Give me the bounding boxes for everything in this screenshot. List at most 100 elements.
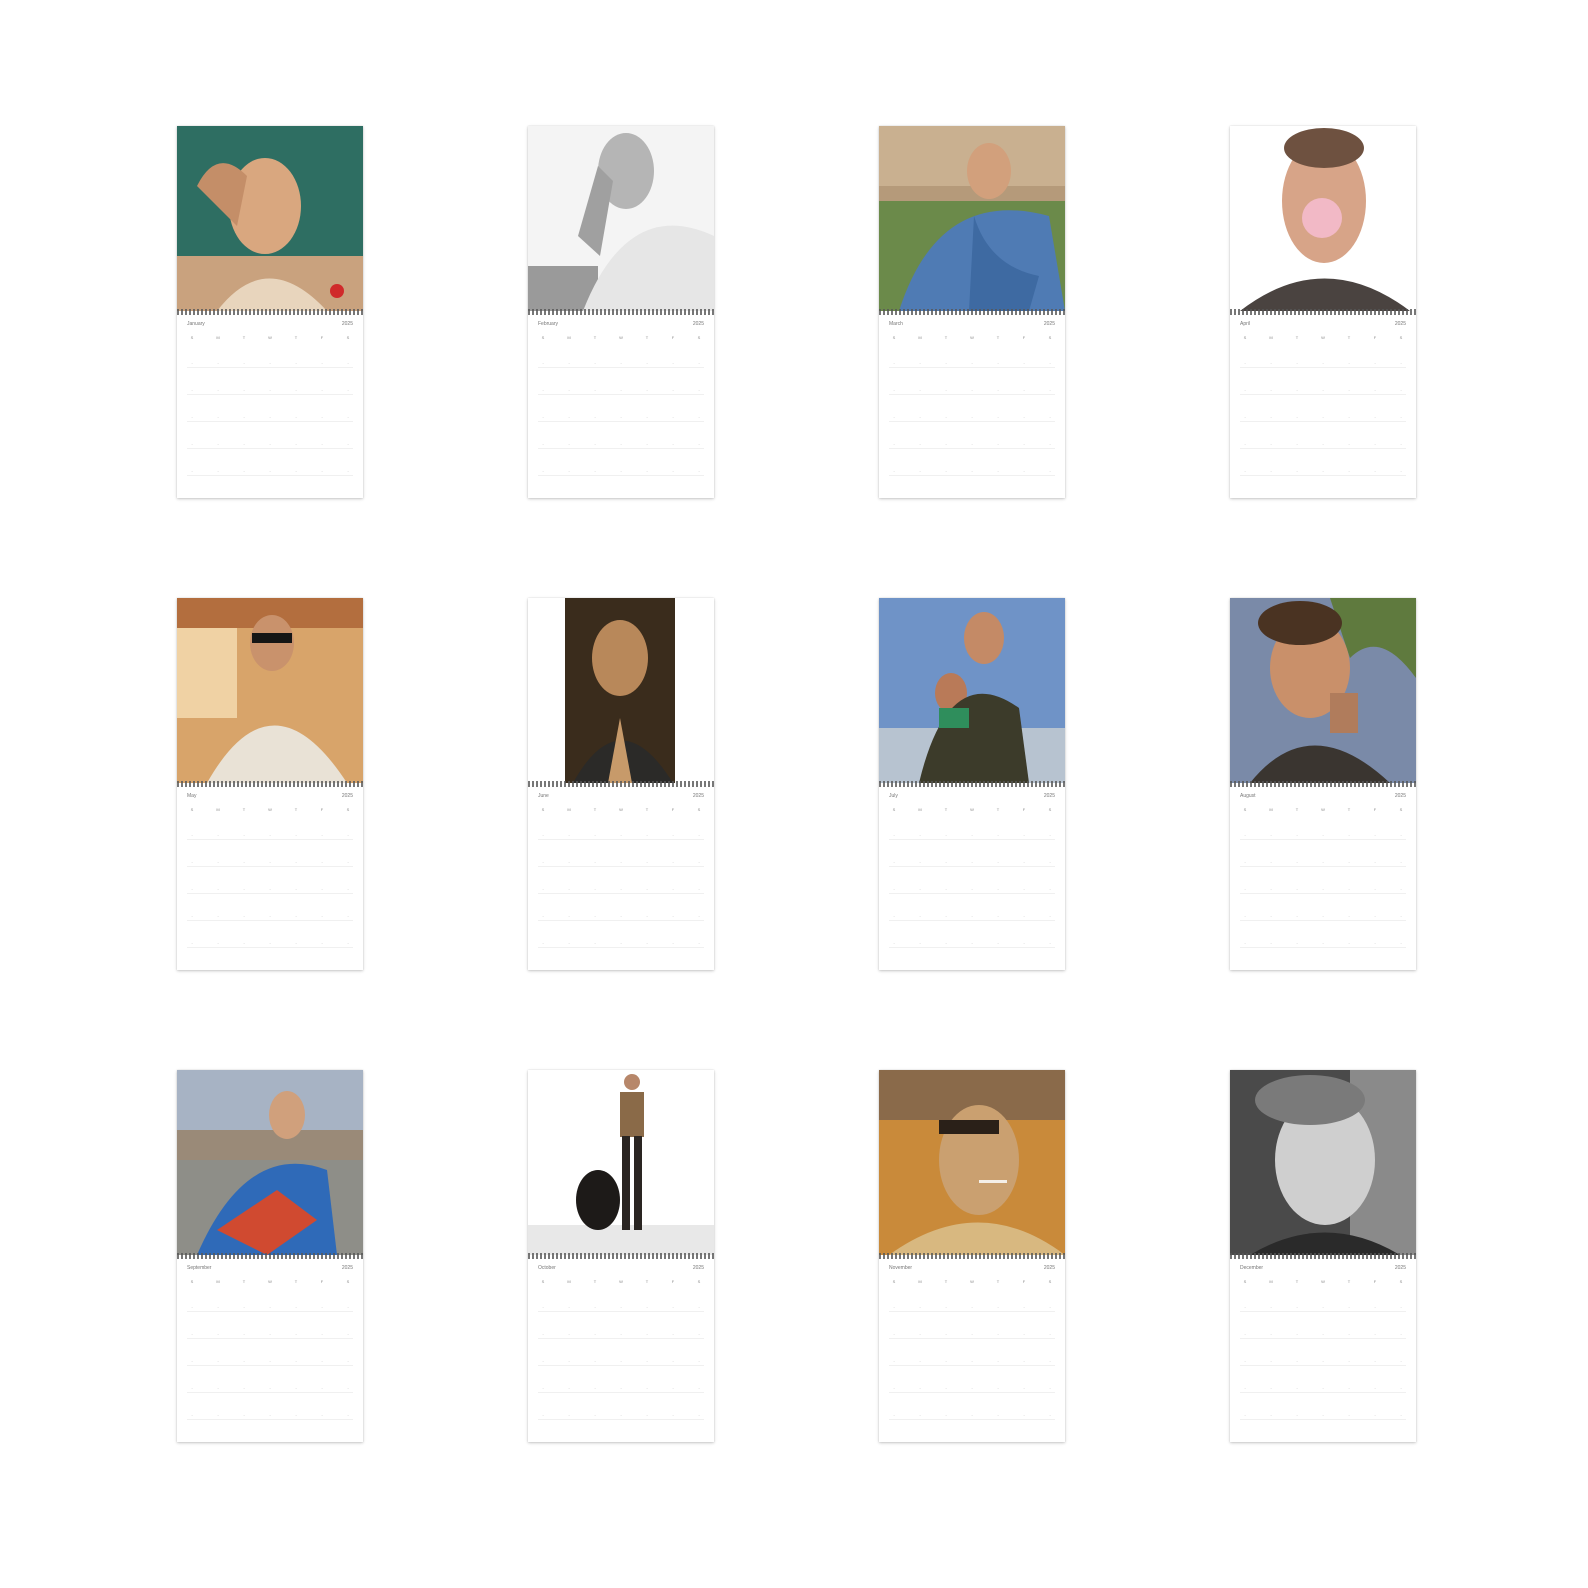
weekday-label: T <box>242 1279 246 1284</box>
week-row: · · · · · · · <box>889 914 1055 921</box>
photo-december <box>1230 1070 1416 1255</box>
month-label: December <box>1240 1265 1264 1271</box>
weekday-label: S <box>1048 335 1052 340</box>
calendar-july: July 2025 S M T W T F S · · · · · · · · · · · · · · · · · · · · · · ·… <box>879 598 1065 970</box>
day-cell: · <box>1244 1359 1246 1364</box>
day-cell: · <box>646 1413 648 1418</box>
week-row: · · · · · · · <box>187 361 353 368</box>
day-cell: · <box>347 860 349 865</box>
day-cell: · <box>295 914 297 919</box>
day-cell: · <box>321 914 323 919</box>
day-cell: · <box>893 1332 895 1337</box>
day-cell: · <box>1049 914 1051 919</box>
day-cell: · <box>542 361 544 366</box>
day-cell: · <box>893 1359 895 1364</box>
day-cell: · <box>1296 914 1298 919</box>
day-cell: · <box>347 914 349 919</box>
day-cell: · <box>646 388 648 393</box>
day-cell: · <box>321 1359 323 1364</box>
calendar-september: September 2025 S M T W T F S · · · · · · · · · · · · · · · · · ·… <box>177 1070 363 1442</box>
calendar-december: December 2025 S M T W T F S · · · · · · · · · · · · · · · · · · ·… <box>1230 1070 1416 1442</box>
day-cell: · <box>1296 833 1298 838</box>
day-cell: · <box>1023 1413 1025 1418</box>
day-cell: · <box>1023 415 1025 420</box>
month-grid: December 2025 S M T W T F S · · · · · · · · · · · · · · · · · · ·… <box>1240 1265 1406 1425</box>
day-cell: · <box>971 361 973 366</box>
day-cell: · <box>893 361 895 366</box>
day-cell: · <box>1296 1359 1298 1364</box>
day-cell: · <box>1296 469 1298 474</box>
week-row: · · · · · · · <box>889 1332 1055 1339</box>
day-cell: · <box>542 442 544 447</box>
day-cell: · <box>217 442 219 447</box>
day-cell: · <box>594 1305 596 1310</box>
day-cell: · <box>295 469 297 474</box>
day-cell: · <box>971 1359 973 1364</box>
day-cell: · <box>1374 914 1376 919</box>
day-cell: · <box>269 415 271 420</box>
weekday-label: W <box>970 807 974 812</box>
weekday-header: SMTWTFS <box>1240 335 1406 343</box>
day-cell: · <box>1049 442 1051 447</box>
day-cell: · <box>594 914 596 919</box>
day-cell: · <box>672 361 674 366</box>
day-cell: · <box>1348 361 1350 366</box>
day-cell: · <box>1023 442 1025 447</box>
weekday-label: T <box>944 335 948 340</box>
calendar-january: January 2025 S M T W T F S · · · · · · · · · · · · · · · · · · · ·… <box>177 126 363 498</box>
day-cell: · <box>321 887 323 892</box>
month-label: October <box>538 1265 556 1271</box>
day-cell: · <box>568 1359 570 1364</box>
day-cell: · <box>620 388 622 393</box>
day-cell: · <box>997 1359 999 1364</box>
day-cell: · <box>295 1386 297 1391</box>
day-cell: · <box>191 887 193 892</box>
day-cell: · <box>1348 1305 1350 1310</box>
spiral-binding <box>879 781 1065 787</box>
day-cell: · <box>1322 860 1324 865</box>
day-cell: · <box>542 1305 544 1310</box>
day-cell: · <box>1244 887 1246 892</box>
weekday-label: S <box>1048 1279 1052 1284</box>
day-cell: · <box>1348 1413 1350 1418</box>
weekday-label: S <box>1243 1279 1247 1284</box>
day-cell: · <box>269 1359 271 1364</box>
day-cell: · <box>1270 361 1272 366</box>
day-cell: · <box>1400 469 1402 474</box>
day-cell: · <box>568 914 570 919</box>
week-row: · · · · · · · <box>1240 469 1406 476</box>
year-label: 2025 <box>341 1265 353 1271</box>
weekday-label: M <box>567 807 571 812</box>
week-row: · · · · · · · <box>538 1386 704 1393</box>
day-cell: · <box>919 887 921 892</box>
week-row: · · · · · · · <box>187 914 353 921</box>
weekday-label: T <box>294 1279 298 1284</box>
day-cell: · <box>1348 887 1350 892</box>
day-cell: · <box>321 833 323 838</box>
day-cell: · <box>542 1332 544 1337</box>
day-cell: · <box>1400 1332 1402 1337</box>
day-cell: · <box>1244 1386 1246 1391</box>
day-cell: · <box>997 388 999 393</box>
day-cell: · <box>646 941 648 946</box>
weekday-label: F <box>671 335 675 340</box>
weekday-label: T <box>996 807 1000 812</box>
day-cell: · <box>269 860 271 865</box>
day-cell: · <box>620 442 622 447</box>
day-cell: · <box>620 469 622 474</box>
day-cell: · <box>672 442 674 447</box>
day-cell: · <box>893 1305 895 1310</box>
day-cell: · <box>347 361 349 366</box>
day-cell: · <box>191 469 193 474</box>
day-cell: · <box>1296 361 1298 366</box>
spiral-binding <box>1230 1253 1416 1259</box>
year-label: 2025 <box>1043 321 1055 327</box>
week-row: · · · · · · · <box>1240 1359 1406 1366</box>
day-cell: · <box>971 914 973 919</box>
day-cell: · <box>646 887 648 892</box>
year-label: 2025 <box>692 793 704 799</box>
day-cell: · <box>919 833 921 838</box>
day-cell: · <box>997 860 999 865</box>
day-cell: · <box>672 388 674 393</box>
day-cell: · <box>620 1359 622 1364</box>
